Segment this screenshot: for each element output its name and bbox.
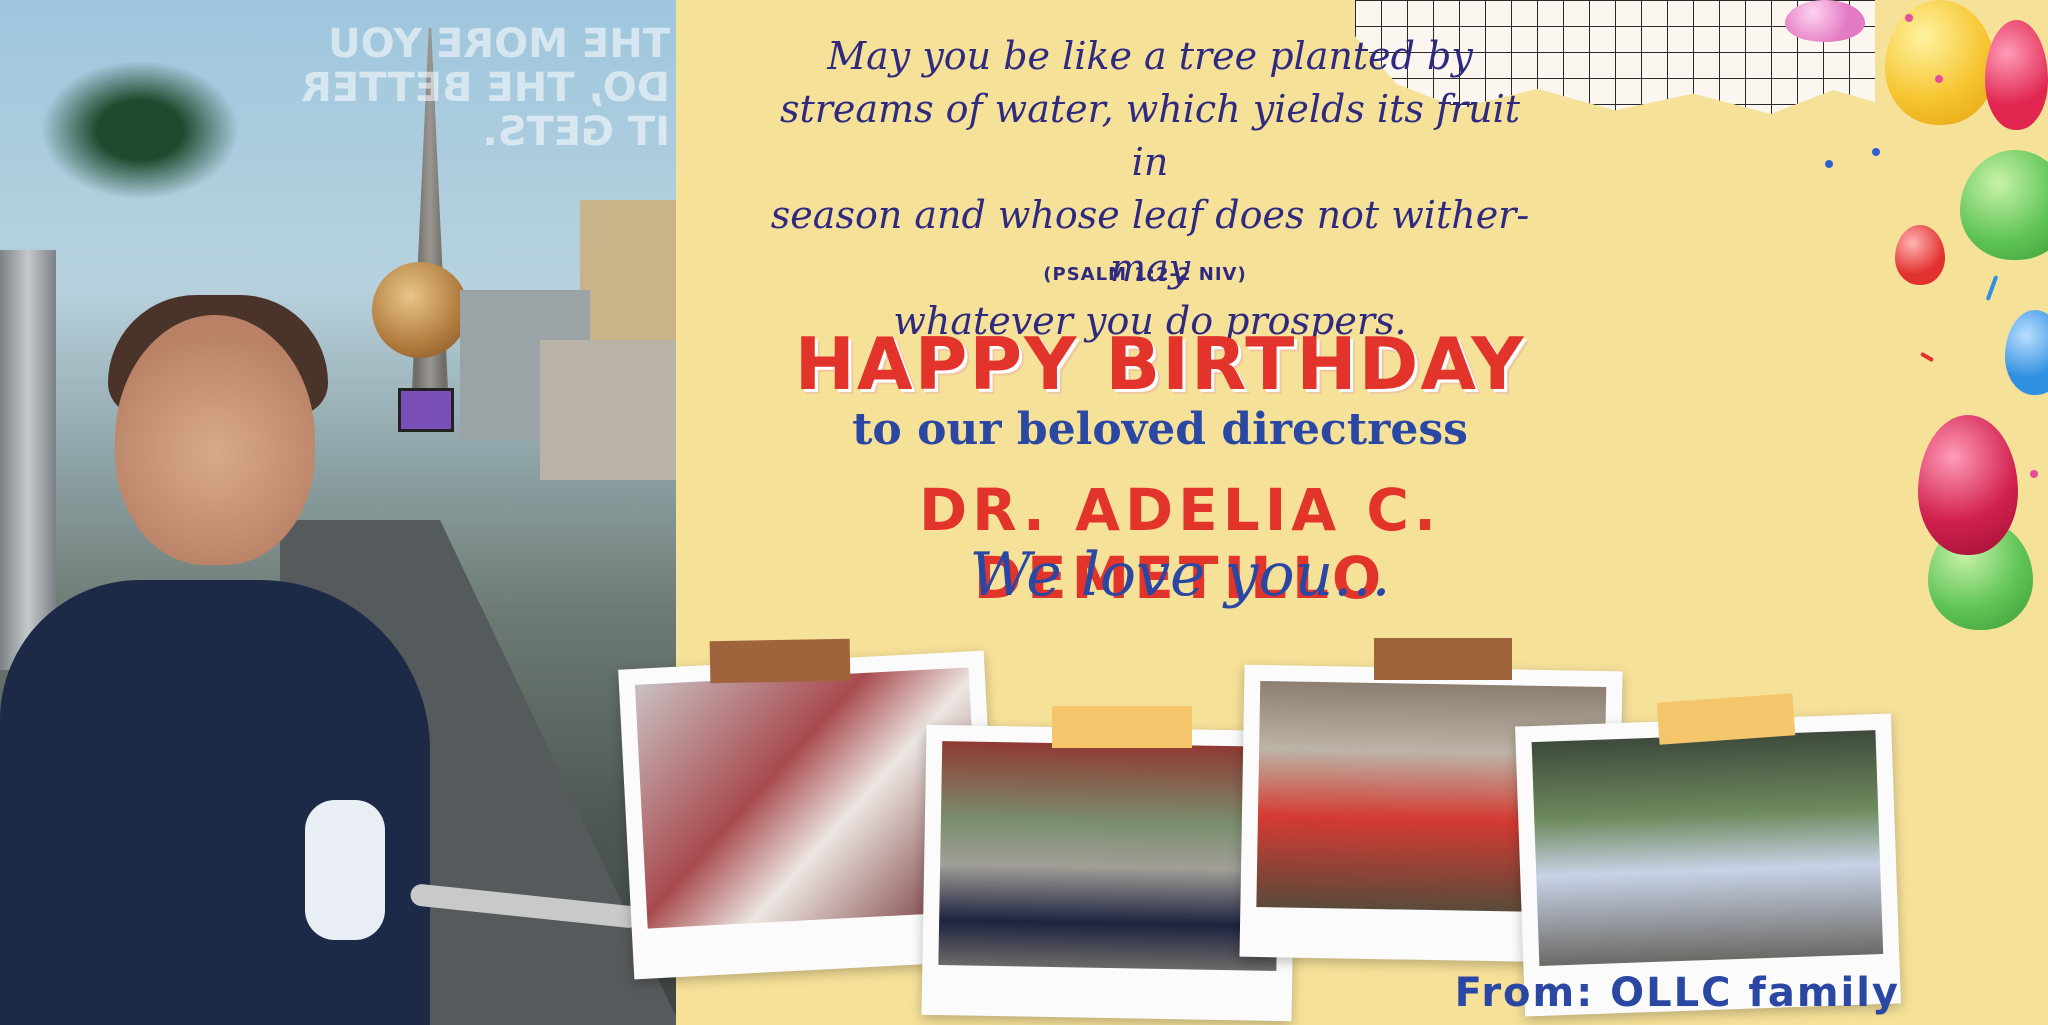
dedication-subtitle: to our beloved directress — [852, 404, 1468, 455]
billboard-screen — [398, 388, 454, 432]
tape-icon — [1374, 638, 1512, 680]
tape-icon — [709, 638, 851, 684]
confetti-icon — [1985, 275, 1999, 301]
verse-line: streams of water, which yields its fruit… — [779, 87, 1521, 184]
metal-pole — [0, 250, 56, 670]
closing-message: We love you... — [969, 540, 1391, 610]
from-label: From: — [1454, 970, 1595, 1016]
balloon-icon — [1960, 150, 2048, 260]
person-face — [115, 315, 315, 565]
main-photo: THE MORE YOU DO, THE BETTER IT GETS. — [0, 0, 676, 1025]
confetti-icon — [1872, 148, 1880, 156]
hot-air-balloon-sign — [372, 262, 468, 358]
photo-courtyard — [938, 741, 1281, 971]
face-mask — [305, 800, 385, 940]
bible-verse: May you be like a tree planted by stream… — [770, 30, 1530, 348]
balloon-icon — [1785, 0, 1865, 42]
confetti-icon — [1919, 351, 1935, 363]
glass-reflection-text: THE MORE YOU DO, THE BETTER IT GETS. — [301, 21, 670, 155]
balloon-icon — [1895, 225, 1945, 285]
from-signature: From: OLLC family — [1360, 970, 1900, 1016]
verse-citation: (PSALM 1:2-2 NIV) — [1043, 264, 1247, 285]
balloon-icon — [2005, 310, 2048, 395]
confetti-icon — [1935, 75, 1943, 83]
balloon-icon — [1885, 0, 1995, 125]
verse-line: May you be like a tree planted by — [827, 34, 1473, 78]
from-value: OLLC family — [1610, 970, 1900, 1016]
photo-garden — [1531, 730, 1884, 966]
confetti-icon — [2030, 470, 2038, 478]
happy-birthday-heading: HAPPY BIRTHDAY — [794, 322, 1526, 406]
balloon-icon — [1985, 20, 2048, 130]
balloon-icon — [1918, 415, 2018, 555]
confetti-icon — [1905, 14, 1913, 22]
palm-tree — [40, 60, 240, 200]
building — [540, 340, 676, 480]
confetti-icon — [1825, 160, 1833, 168]
tape-icon — [1052, 706, 1192, 748]
